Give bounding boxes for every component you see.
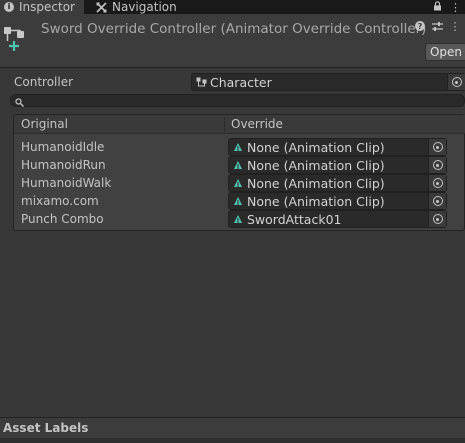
object-picker-icon [432,196,443,206]
object-picker-icon [432,178,443,188]
object-picker-icon [451,77,462,87]
object-picker-button[interactable] [428,211,446,227]
object-picker-button[interactable] [428,175,446,191]
override-clip-value: None (Animation Clip) [247,175,385,191]
info-icon: i [4,2,14,12]
help-icon[interactable]: ? [415,21,425,31]
tab-bar: i Inspector Navigation ⋮ [0,0,465,14]
controller-value: Character [210,74,272,90]
more-icon[interactable]: ⋮ [449,20,461,33]
override-clip-field[interactable]: SwordAttack01 [228,210,447,228]
search-input[interactable] [10,94,465,107]
object-picker-button[interactable] [428,193,446,209]
table-row: HumanoidWalk None (Animation Clip) [14,174,465,192]
object-picker-icon [432,214,443,224]
tab-inspector[interactable]: i Inspector [0,0,84,14]
search-icon [15,96,24,110]
tab-inspector-label: Inspector [19,0,75,14]
override-clip-field[interactable]: None (Animation Clip) [228,192,447,210]
override-clip-value: None (Animation Clip) [247,193,385,209]
table-row: mixamo.com None (Animation Clip) [14,192,465,210]
overrides-table: Original Override HumanoidIdle None (Ani… [13,114,465,231]
object-picker-icon [432,160,443,170]
settings-sliders-icon[interactable] [431,20,443,32]
original-clip-name: HumanoidIdle [21,140,105,154]
animation-clip-icon [233,178,245,188]
animation-clip-icon [233,142,245,152]
tab-navigation-label: Navigation [112,0,177,14]
header-icons: ? ⋮ [415,20,461,33]
more-icon[interactable]: ⋮ [450,1,461,14]
column-header-override: Override [231,117,283,131]
animator-controller-icon [196,77,208,88]
object-picker-button[interactable] [428,139,446,155]
animation-clip-icon [233,214,245,224]
object-picker-icon [432,142,443,152]
asset-labels-title: Asset Labels [3,421,89,435]
object-picker-button[interactable] [447,74,465,90]
override-clip-value: SwordAttack01 [247,211,342,227]
table-row: HumanoidRun None (Animation Clip) [14,156,465,174]
column-separator[interactable] [224,117,225,132]
tab-navigation[interactable]: Navigation [96,0,196,14]
override-clip-field[interactable]: None (Animation Clip) [228,156,447,174]
controller-label: Controller [14,75,74,89]
asset-labels-bar[interactable]: Asset Labels [0,417,465,443]
table-row: Punch Combo SwordAttack01 [14,210,465,228]
original-clip-name: HumanoidWalk [21,176,112,190]
asset-title: Sword Override Controller (Animator Over… [41,21,427,37]
override-clip-field[interactable]: None (Animation Clip) [228,174,447,192]
asset-labels-strip [0,438,465,443]
override-clip-value: None (Animation Clip) [247,139,385,155]
controller-field[interactable]: Character [191,73,465,91]
table-header: Original Override [14,115,465,134]
animation-clip-icon [233,160,245,170]
original-clip-name: HumanoidRun [21,158,106,172]
column-header-original: Original [21,117,68,131]
navigation-icon [96,1,107,13]
table-row: HumanoidIdle None (Animation Clip) [14,138,465,156]
animator-override-controller-icon [3,26,29,52]
lock-icon[interactable] [433,0,442,14]
inspector-header: Sword Override Controller (Animator Over… [0,14,465,68]
tab-bar-controls: ⋮ [433,0,461,14]
original-clip-name: Punch Combo [21,212,104,226]
animation-clip-icon [233,196,245,206]
object-picker-button[interactable] [428,157,446,173]
override-clip-value: None (Animation Clip) [247,157,385,173]
original-clip-name: mixamo.com [21,194,99,208]
open-button[interactable]: Open [425,43,465,61]
override-clip-field[interactable]: None (Animation Clip) [228,138,447,156]
